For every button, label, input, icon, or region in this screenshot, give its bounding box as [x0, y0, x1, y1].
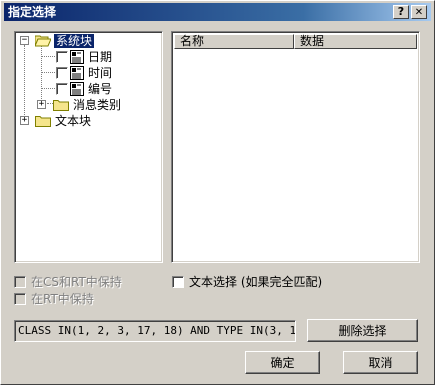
- dialog-window: 指定选择 ? ✕ − 系统块 日期 时间 编号 + 消息类别 + 文本块 名称 …: [0, 0, 435, 385]
- keep-in-cs-rt-option: 在CS和RT中保持: [14, 275, 164, 291]
- collapse-icon[interactable]: −: [20, 36, 29, 45]
- tree-item-label: 文本块: [55, 114, 92, 128]
- open-folder-icon: [35, 35, 51, 47]
- tree-item-label: 系统块: [52, 33, 96, 49]
- tree-item-text-block[interactable]: + 文本块: [15, 113, 160, 129]
- help-button[interactable]: ?: [393, 5, 409, 19]
- tree-item-system-block[interactable]: − 系统块: [19, 33, 159, 49]
- keep-in-rt-option: 在RT中保持: [14, 292, 164, 308]
- tree-item-time[interactable]: 时间: [15, 65, 160, 81]
- tree-item-label: 消息类别: [73, 98, 122, 112]
- expand-icon[interactable]: +: [37, 100, 46, 109]
- keep-in-rt-label: 在RT中保持: [31, 292, 94, 306]
- tree-item-label: 日期: [88, 50, 113, 64]
- date-checkbox[interactable]: [56, 51, 68, 63]
- tree-item-date[interactable]: 日期: [15, 49, 160, 65]
- tree-item-label: 时间: [88, 66, 113, 80]
- field-icon: [70, 50, 84, 64]
- delete-selection-button[interactable]: 删除选择: [307, 319, 418, 342]
- folder-icon: [53, 100, 69, 111]
- keep-in-cs-rt-label: 在CS和RT中保持: [31, 275, 122, 289]
- close-icon: ✕: [414, 7, 424, 18]
- window-title: 指定选择: [8, 5, 57, 19]
- column-header-name[interactable]: 名称: [174, 34, 294, 49]
- expand-icon[interactable]: +: [20, 116, 29, 125]
- close-button[interactable]: ✕: [411, 5, 427, 19]
- cancel-button[interactable]: 取消: [343, 351, 418, 374]
- tree-item-label: 编号: [88, 82, 113, 96]
- query-field[interactable]: CLASS IN(1, 2, 3, 17, 18) AND TYPE IN(3,…: [14, 320, 296, 342]
- tree-panel[interactable]: − 系统块 日期 时间 编号 + 消息类别 + 文本块: [14, 31, 163, 263]
- number-checkbox[interactable]: [56, 83, 68, 95]
- column-header-label: 名称: [180, 34, 205, 48]
- time-checkbox[interactable]: [56, 67, 68, 79]
- text-select-checkbox[interactable]: [172, 276, 184, 288]
- tree-item-message-category[interactable]: + 消息类别: [15, 97, 160, 113]
- field-icon: [70, 82, 84, 96]
- keep-in-rt-checkbox: [14, 293, 26, 305]
- column-header-label: 数据: [300, 34, 325, 48]
- tree-item-number[interactable]: 编号: [15, 81, 160, 97]
- text-select-label[interactable]: 文本选择 (如果完全匹配): [189, 275, 322, 289]
- title-bar[interactable]: 指定选择 ? ✕: [4, 3, 431, 21]
- text-select-option[interactable]: 文本选择 (如果完全匹配): [172, 275, 372, 291]
- folder-icon: [35, 116, 51, 127]
- keep-in-cs-rt-checkbox: [14, 276, 26, 288]
- ok-button[interactable]: 确定: [245, 351, 320, 374]
- field-icon: [70, 66, 84, 80]
- selection-list[interactable]: 名称 数据: [171, 31, 420, 263]
- column-header-data[interactable]: 数据: [294, 34, 417, 49]
